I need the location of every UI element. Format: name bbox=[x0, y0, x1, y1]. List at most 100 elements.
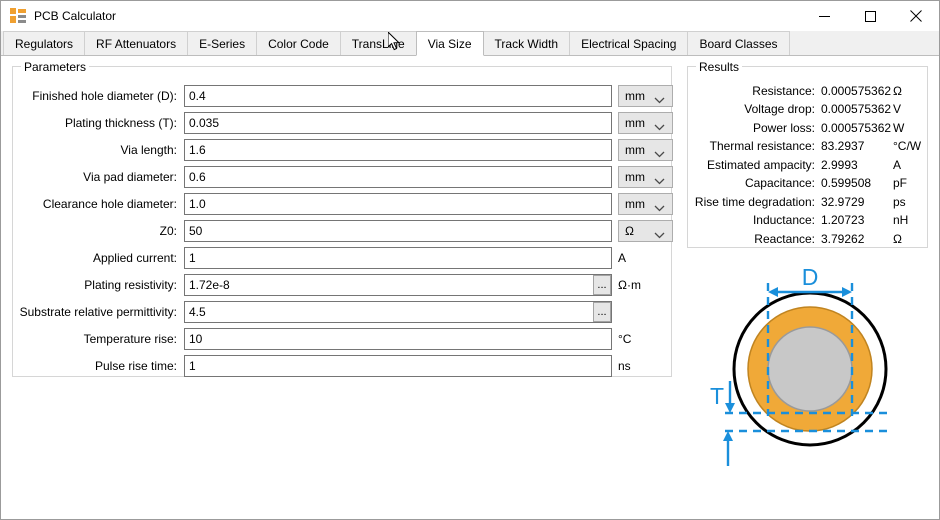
parameter-input[interactable] bbox=[184, 139, 612, 161]
result-unit: ps bbox=[893, 195, 906, 209]
parameter-label: Via pad diameter: bbox=[13, 170, 184, 184]
parameter-row: Via length:mm bbox=[13, 139, 671, 161]
parameter-input[interactable] bbox=[184, 301, 612, 323]
unit-dropdown[interactable]: mm bbox=[618, 193, 673, 215]
minimize-button[interactable] bbox=[801, 1, 847, 31]
result-label: Inductance: bbox=[688, 213, 821, 227]
parameter-input-wrapper bbox=[184, 139, 612, 161]
window-controls bbox=[801, 1, 939, 31]
result-unit: °C/W bbox=[893, 139, 921, 153]
tab-electrical-spacing[interactable]: Electrical Spacing bbox=[569, 31, 688, 55]
diagram-label-t: T bbox=[710, 383, 724, 409]
window-title: PCB Calculator bbox=[34, 9, 116, 23]
result-label: Estimated ampacity: bbox=[688, 158, 821, 172]
unit-label: °C bbox=[618, 332, 631, 346]
tab-rf-attenuators[interactable]: RF Attenuators bbox=[84, 31, 188, 55]
parameter-label: Applied current: bbox=[13, 251, 184, 265]
parameter-label: Substrate relative permittivity: bbox=[13, 305, 184, 319]
parameter-input[interactable] bbox=[184, 166, 612, 188]
unit-dropdown-value: mm bbox=[625, 116, 645, 130]
chevron-down-icon bbox=[654, 93, 665, 107]
chevron-down-icon bbox=[654, 147, 665, 161]
tab-board-classes[interactable]: Board Classes bbox=[687, 31, 789, 55]
unit-label: ns bbox=[618, 359, 631, 373]
close-button[interactable] bbox=[893, 1, 939, 31]
result-unit: V bbox=[893, 102, 901, 116]
parameter-input-wrapper bbox=[184, 193, 612, 215]
unit-dropdown-value: mm bbox=[625, 89, 645, 103]
tab-color-code[interactable]: Color Code bbox=[256, 31, 341, 55]
result-label: Resistance: bbox=[688, 84, 821, 98]
result-row: Rise time degradation:32.9729ps bbox=[688, 192, 927, 211]
result-label: Reactance: bbox=[688, 232, 821, 246]
result-value: 2.9993 bbox=[821, 158, 893, 172]
chevron-down-icon bbox=[654, 201, 665, 215]
result-value: 83.2937 bbox=[821, 139, 893, 153]
tab-track-width[interactable]: Track Width bbox=[483, 31, 571, 55]
tab-regulators[interactable]: Regulators bbox=[3, 31, 85, 55]
tab-e-series[interactable]: E-Series bbox=[187, 31, 257, 55]
unit-label: A bbox=[618, 251, 626, 265]
unit-dropdown[interactable]: mm bbox=[618, 85, 673, 107]
parameter-input[interactable] bbox=[184, 112, 612, 134]
unit-dropdown[interactable]: mm bbox=[618, 112, 673, 134]
parameter-row: Finished hole diameter (D):mm bbox=[13, 85, 671, 107]
unit-dropdown[interactable]: mm bbox=[618, 166, 673, 188]
result-unit: W bbox=[893, 121, 904, 135]
parameter-input-wrapper bbox=[184, 166, 612, 188]
unit-dropdown[interactable]: Ω bbox=[618, 220, 673, 242]
calculator-icon bbox=[10, 8, 26, 24]
unit-dropdown-value: mm bbox=[625, 143, 645, 157]
result-row: Power loss:0.000575362W bbox=[688, 118, 927, 137]
parameter-input-wrapper bbox=[184, 355, 612, 377]
result-value: 0.599508 bbox=[821, 176, 893, 190]
via-cross-section-diagram: D T bbox=[687, 261, 928, 476]
parameter-input-wrapper bbox=[184, 220, 612, 242]
chevron-down-icon bbox=[654, 174, 665, 188]
result-value: 3.79262 bbox=[821, 232, 893, 246]
parameter-input[interactable] bbox=[184, 220, 612, 242]
result-label: Power loss: bbox=[688, 121, 821, 135]
result-row: Estimated ampacity:2.9993A bbox=[688, 155, 927, 174]
result-value: 0.000575362 bbox=[821, 102, 893, 116]
unit-dropdown-value: Ω bbox=[625, 224, 634, 238]
parameter-input-wrapper bbox=[184, 112, 612, 134]
unit-label: Ω·m bbox=[618, 278, 641, 292]
chevron-down-icon bbox=[654, 120, 665, 134]
result-unit: A bbox=[893, 158, 901, 172]
result-value: 1.20723 bbox=[821, 213, 893, 227]
parameter-row: Via pad diameter: mm bbox=[13, 166, 671, 188]
parameter-input[interactable] bbox=[184, 328, 612, 350]
parameters-group-title: Parameters bbox=[21, 60, 89, 74]
tab-via-size[interactable]: Via Size bbox=[416, 31, 484, 56]
parameter-row: Temperature rise: °C bbox=[13, 328, 671, 350]
result-label: Capacitance: bbox=[688, 176, 821, 190]
result-label: Voltage drop: bbox=[688, 102, 821, 116]
result-row: Capacitance:0.599508pF bbox=[688, 174, 927, 193]
tab-transline[interactable]: TransLine bbox=[340, 31, 417, 55]
parameter-input[interactable] bbox=[184, 274, 612, 296]
tab-bar: RegulatorsRF AttenuatorsE-SeriesColor Co… bbox=[1, 31, 939, 56]
parameter-input[interactable] bbox=[184, 355, 612, 377]
parameter-input[interactable] bbox=[184, 193, 612, 215]
parameter-input[interactable] bbox=[184, 247, 612, 269]
result-row: Reactance:3.79262Ω bbox=[688, 229, 927, 248]
title-bar: PCB Calculator bbox=[1, 1, 939, 31]
parameter-row: Pulse rise time:ns bbox=[13, 355, 671, 377]
unit-dropdown[interactable]: mm bbox=[618, 139, 673, 161]
maximize-button[interactable] bbox=[847, 1, 893, 31]
result-row: Voltage drop:0.000575362V bbox=[688, 100, 927, 119]
parameter-input-wrapper: ... bbox=[184, 301, 612, 323]
result-label: Rise time degradation: bbox=[688, 195, 821, 209]
parameter-row: Substrate relative permittivity:... bbox=[13, 301, 671, 323]
tab-content-via-size: Parameters Finished hole diameter (D):mm… bbox=[1, 56, 939, 519]
browse-ellipsis-button[interactable]: ... bbox=[593, 275, 611, 295]
browse-ellipsis-button[interactable]: ... bbox=[593, 302, 611, 322]
parameter-row: Clearance hole diameter:mm bbox=[13, 193, 671, 215]
parameter-row: Plating resistivity:...Ω·m bbox=[13, 274, 671, 296]
parameter-input[interactable] bbox=[184, 85, 612, 107]
result-unit: nH bbox=[893, 213, 908, 227]
unit-dropdown-value: mm bbox=[625, 197, 645, 211]
parameter-label: Temperature rise: bbox=[13, 332, 184, 346]
diagram-label-d: D bbox=[802, 264, 819, 290]
